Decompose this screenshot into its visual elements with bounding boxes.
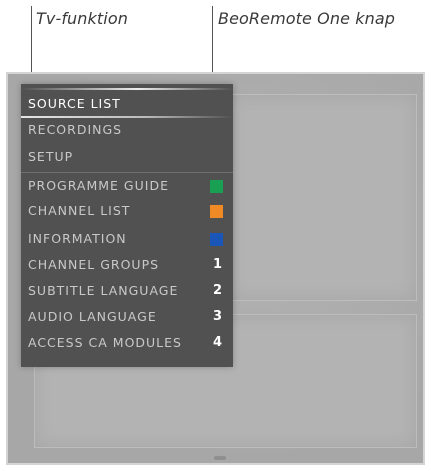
menu-item-label: SUBTITLE LANGUAGE: [28, 283, 179, 298]
number-key-1: 1: [212, 257, 222, 272]
menu-item-label: CHANNEL LIST: [28, 203, 131, 218]
number-key-3: 3: [212, 309, 222, 324]
remote-button-callout: BeoRemote One knap: [218, 9, 395, 28]
menu-item-label: SETUP: [28, 149, 74, 164]
menu-item-label: RECORDINGS: [28, 122, 123, 137]
tv-menu: SOURCE LIST RECORDINGS SETUP PROGRAMME G…: [21, 84, 233, 367]
screen-indicator: [214, 456, 226, 460]
menu-item-access-ca-modules[interactable]: ACCESS CA MODULES 4: [21, 330, 233, 356]
menu-item-information[interactable]: INFORMATION: [21, 226, 233, 252]
menu-item-subtitle-language[interactable]: SUBTITLE LANGUAGE 2: [21, 278, 233, 304]
blue-key-icon: [210, 233, 223, 246]
background-panel-top: [228, 94, 417, 301]
menu-item-label: ACCESS CA MODULES: [28, 335, 182, 350]
tv-function-callout: Tv-funktion: [36, 9, 128, 28]
manual-illustration: Tv-funktion BeoRemote One knap SOURCE LI…: [0, 0, 431, 471]
menu-item-label: SOURCE LIST: [28, 96, 121, 111]
menu-item-programme-guide[interactable]: PROGRAMME GUIDE: [21, 173, 233, 199]
menu-item-setup[interactable]: SETUP: [21, 144, 233, 170]
selection-highlight-top: [21, 88, 233, 90]
menu-item-label: CHANNEL GROUPS: [28, 257, 160, 272]
menu-item-source-list[interactable]: SOURCE LIST: [21, 91, 233, 117]
menu-item-label: AUDIO LANGUAGE: [28, 309, 157, 324]
green-key-icon: [210, 180, 223, 193]
yellow-key-icon: [210, 205, 223, 218]
menu-item-channel-groups[interactable]: CHANNEL GROUPS 1: [21, 252, 233, 278]
menu-item-recordings[interactable]: RECORDINGS: [21, 117, 233, 143]
menu-item-audio-language[interactable]: AUDIO LANGUAGE 3: [21, 304, 233, 330]
menu-item-label: INFORMATION: [28, 231, 127, 246]
menu-item-label: PROGRAMME GUIDE: [28, 178, 169, 193]
menu-item-channel-list[interactable]: CHANNEL LIST: [21, 198, 233, 224]
number-key-4: 4: [212, 335, 222, 350]
number-key-2: 2: [212, 283, 222, 298]
